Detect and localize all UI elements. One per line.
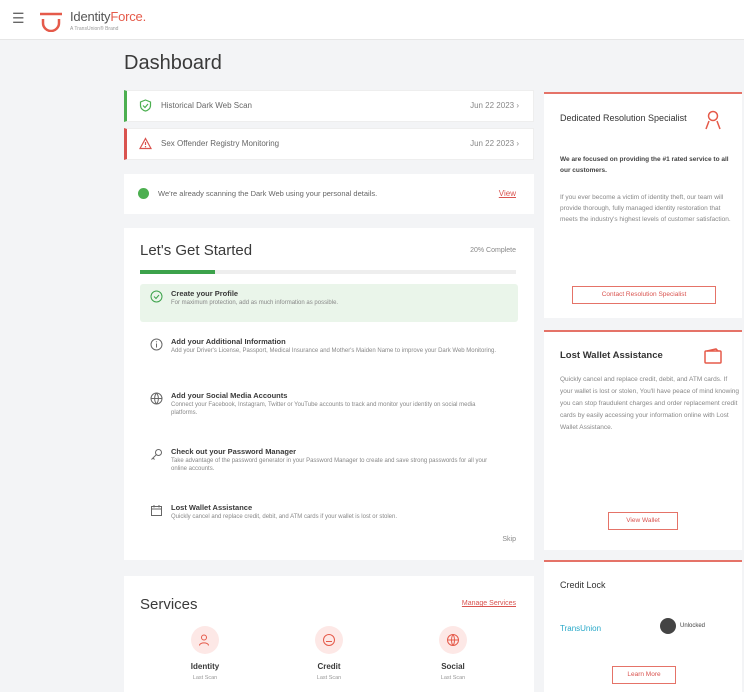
services-card: Services Manage Services Identity Last S…: [124, 576, 534, 692]
step-description: Quickly cancel and replace credit, debit…: [171, 514, 397, 520]
credit-icon: [315, 626, 343, 654]
alert-text: Sex Offender Registry Monitoring: [161, 139, 280, 148]
progress-fill: [140, 270, 216, 274]
contact-resolution-button[interactable]: Contact Resolution Specialist: [572, 286, 716, 304]
resolution-title: Dedicated Resolution Specialist: [560, 113, 687, 123]
key-icon: [151, 449, 162, 460]
social-icon: [439, 626, 467, 654]
credit-lock-title: Credit Lock: [560, 580, 606, 590]
wallet-icon: [704, 348, 722, 364]
service-sub: Last Scan: [192, 675, 218, 681]
alert-date: Jun 22 2023 ›: [470, 139, 519, 148]
step-description: For maximum protection, add as much info…: [171, 300, 339, 306]
scan-view-link[interactable]: View: [499, 189, 516, 198]
service-label: Identity: [190, 662, 220, 671]
calendar-icon: [151, 505, 162, 516]
step-title: Lost Wallet Assistance: [171, 503, 253, 512]
step-description: Connect your Facebook, Instagram, Twitte…: [171, 402, 476, 416]
service-social[interactable]: Social Last Scan: [408, 626, 498, 681]
alert-text: Historical Dark Web Scan: [161, 101, 252, 110]
service-label: Social: [441, 662, 465, 671]
menu-icon[interactable]: ☰: [12, 11, 25, 25]
brand-subtitle: A TransUnion® Brand: [70, 26, 119, 32]
step-title: Create your Profile: [171, 289, 239, 298]
lost-wallet-card: Lost Wallet Assistance Quickly cancel an…: [544, 330, 742, 550]
step-title: Check out your Password Manager: [171, 447, 297, 456]
brand-name[interactable]: IdentityForce.: [70, 9, 146, 24]
manage-services-link[interactable]: Manage Services: [462, 600, 516, 607]
step-description: Add your Driver's License, Passport, Med…: [171, 348, 496, 354]
wallet-body: Quickly cancel and replace credit, debit…: [560, 376, 740, 431]
person-icon: [705, 110, 721, 130]
status-dot-icon: [138, 188, 149, 199]
warning-triangle-icon: [139, 137, 152, 150]
scan-notice: We're already scanning the Dark Web usin…: [124, 174, 534, 214]
scan-notice-text: We're already scanning the Dark Web usin…: [158, 189, 378, 198]
resolution-body: If you ever become a victim of identity …: [560, 194, 731, 223]
lock-status-label: Unlocked: [680, 623, 706, 629]
transunion-logo: TransUnion: [560, 624, 602, 633]
step-create-profile[interactable]: Create your Profile For maximum protecti…: [140, 284, 518, 322]
identity-icon: [191, 626, 219, 654]
step-lost-wallet[interactable]: Lost Wallet Assistance Quickly cancel an…: [140, 498, 518, 528]
progress-bar: [140, 270, 516, 274]
top-bar: ☰ IdentityForce. A TransUnion® Brand: [0, 0, 744, 40]
service-sub: Last Scan: [440, 675, 466, 681]
info-circle-icon: [150, 338, 163, 351]
page-title: Dashboard: [124, 52, 222, 74]
step-social-media[interactable]: Add your Social Media Accounts Connect y…: [140, 386, 518, 426]
step-title: Add your Social Media Accounts: [171, 391, 288, 400]
user-profile-icon: [150, 290, 163, 303]
view-wallet-button[interactable]: View Wallet: [608, 512, 678, 530]
alert-row[interactable]: Sex Offender Registry Monitoring Jun 22 …: [124, 128, 534, 160]
service-sub: Last Scan: [316, 675, 342, 681]
alert-row[interactable]: Historical Dark Web Scan Jun 22 2023 ›: [124, 90, 534, 122]
services-title: Services: [140, 596, 198, 613]
getting-started-card: Let's Get Started 20% Complete Create yo…: [124, 228, 534, 560]
step-additional-info[interactable]: Add your Additional Information Add your…: [140, 332, 518, 372]
globe-icon: [150, 392, 163, 405]
step-title: Add your Additional Information: [171, 337, 286, 346]
service-identity[interactable]: Identity Last Scan: [160, 626, 250, 681]
resolution-specialist-card: Dedicated Resolution Specialist We are f…: [544, 92, 742, 318]
shield-check-icon: [139, 99, 152, 112]
wallet-title: Lost Wallet Assistance: [560, 350, 663, 361]
step-description: Take advantage of the password generator…: [171, 458, 488, 472]
identityforce-logo-icon[interactable]: [38, 10, 64, 32]
learn-more-button[interactable]: Learn More: [612, 666, 676, 684]
alert-date: Jun 22 2023 ›: [470, 101, 519, 110]
getting-started-title: Let's Get Started: [140, 242, 253, 259]
resolution-tagline: We are focused on providing the #1 rated…: [560, 156, 729, 174]
credit-lock-card: Credit Lock TransUnion Unlocked Learn Mo…: [544, 560, 742, 692]
skip-link[interactable]: Skip: [502, 536, 516, 543]
completion-percent: 20% Complete: [470, 247, 516, 254]
step-password-manager[interactable]: Check out your Password Manager Take adv…: [140, 442, 518, 482]
service-label: Credit: [317, 662, 341, 671]
service-credit[interactable]: Credit Last Scan: [284, 626, 374, 681]
lock-status-icon: [660, 618, 676, 634]
